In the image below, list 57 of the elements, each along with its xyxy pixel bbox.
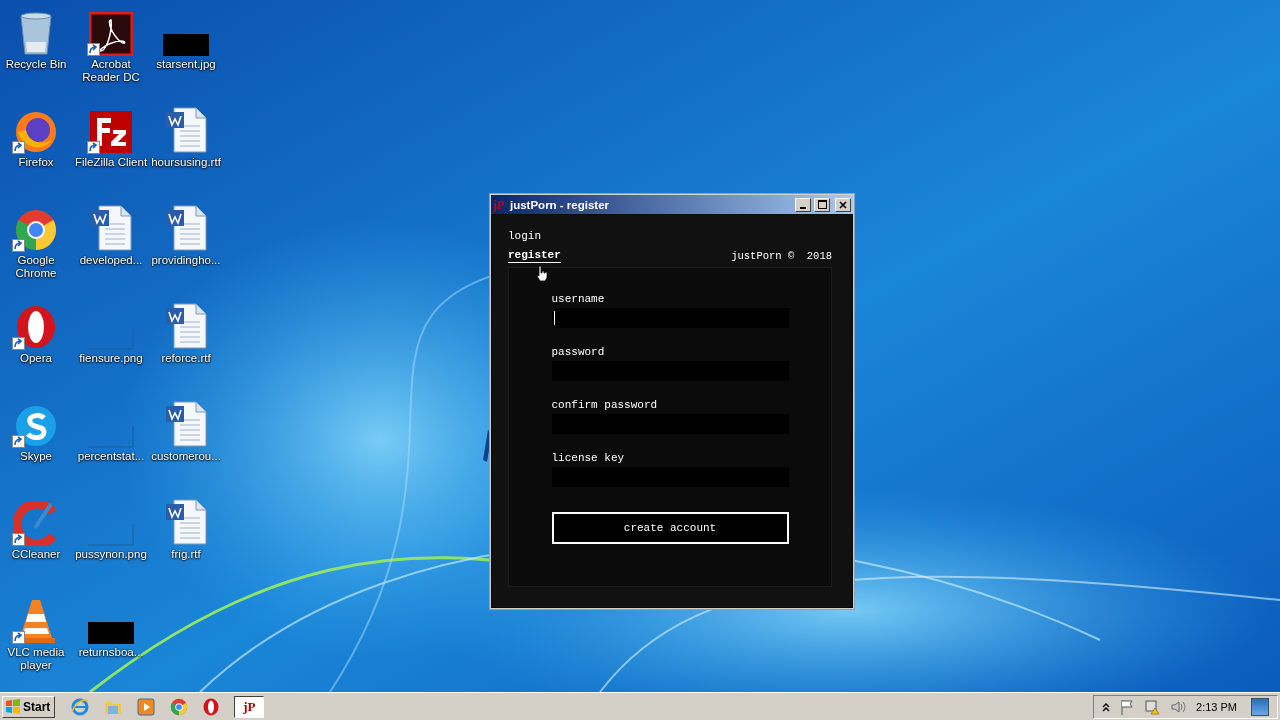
desktop-icon-label[interactable]: FileZilla Client xyxy=(74,156,148,169)
desktop-icon-label[interactable]: Google Chrome xyxy=(0,254,74,280)
flag-icon[interactable] xyxy=(1120,698,1135,715)
speaker-icon[interactable] xyxy=(1170,698,1187,715)
desktop-icon-label[interactable]: fiensure.png xyxy=(79,352,143,365)
desktop-icon-label[interactable]: Acrobat Reader DC xyxy=(73,58,149,84)
field-label: confirm password xyxy=(551,398,659,412)
desktop-icon-label[interactable]: customerou... xyxy=(151,450,221,463)
create-account-button[interactable]: create account xyxy=(551,512,789,544)
opera-icon xyxy=(14,304,58,350)
minimize-button[interactable] xyxy=(795,197,811,212)
taskbar-app-button[interactable]: jP xyxy=(234,695,265,718)
desktop-icon-label[interactable]: Recycle Bin xyxy=(5,58,67,71)
desktop-icon-label[interactable]: percentstat... xyxy=(77,450,145,463)
desktop-icon-label[interactable]: hoursusing.rtf xyxy=(151,156,221,169)
desktop-icon-label[interactable]: frig.rtf xyxy=(171,548,201,561)
internet-explorer-icon[interactable] xyxy=(71,697,90,716)
maximize-icon xyxy=(817,200,827,209)
close-button[interactable] xyxy=(835,197,851,212)
close-icon xyxy=(839,200,847,209)
desktop-icon-label[interactable]: developed... xyxy=(79,254,143,267)
acrobat-icon xyxy=(89,12,133,56)
minimize-icon xyxy=(800,206,806,209)
chrome-icon[interactable] xyxy=(170,697,189,716)
desktop-icon-label[interactable]: Skype xyxy=(20,450,52,463)
maximize-button[interactable] xyxy=(814,197,830,212)
field-label: license key xyxy=(551,451,626,465)
desktop-icon-label[interactable]: returnsboa... xyxy=(78,646,144,659)
desktop-icon-label[interactable]: CCleaner xyxy=(11,548,61,561)
show-hidden-icons-button[interactable] xyxy=(1102,701,1111,712)
copyright-text: justPorn © 2018 xyxy=(731,250,832,262)
desktop-icon-label[interactable]: providingho... xyxy=(151,254,221,267)
start-button[interactable]: Start xyxy=(2,695,56,718)
input-field[interactable] xyxy=(551,308,789,328)
nav-link[interactable]: register xyxy=(508,248,561,263)
nav-link[interactable]: login xyxy=(508,229,541,243)
desktop-icon-label[interactable]: Opera xyxy=(20,352,52,365)
chrome-icon xyxy=(14,208,58,252)
filezilla-icon xyxy=(89,110,133,154)
clock[interactable]: 2:13 PM xyxy=(1196,700,1237,713)
ccleaner-icon xyxy=(13,502,59,546)
network-warning-icon[interactable] xyxy=(1144,698,1161,715)
field-label: password xyxy=(551,345,606,359)
media-player-icon[interactable] xyxy=(137,697,156,716)
field-label: username xyxy=(551,292,606,306)
windows-logo-icon xyxy=(5,698,21,715)
app-logo: jP xyxy=(493,197,506,212)
desktop-icon-label[interactable]: starsent.jpg xyxy=(156,58,216,71)
desktop-icon-label[interactable]: Firefox xyxy=(18,156,54,169)
desktop-icon-label[interactable]: VLC media player xyxy=(0,646,74,672)
desktop-icon-label[interactable]: pussynon.png xyxy=(75,548,147,561)
skype-icon xyxy=(14,404,58,448)
show-desktop-button[interactable] xyxy=(1251,697,1269,716)
globe-fox-icon xyxy=(14,110,58,154)
window-title: justPorn - register xyxy=(510,198,611,211)
opera-icon[interactable] xyxy=(203,697,220,716)
desktop-icon-label[interactable]: reforce.rtf xyxy=(161,352,211,365)
